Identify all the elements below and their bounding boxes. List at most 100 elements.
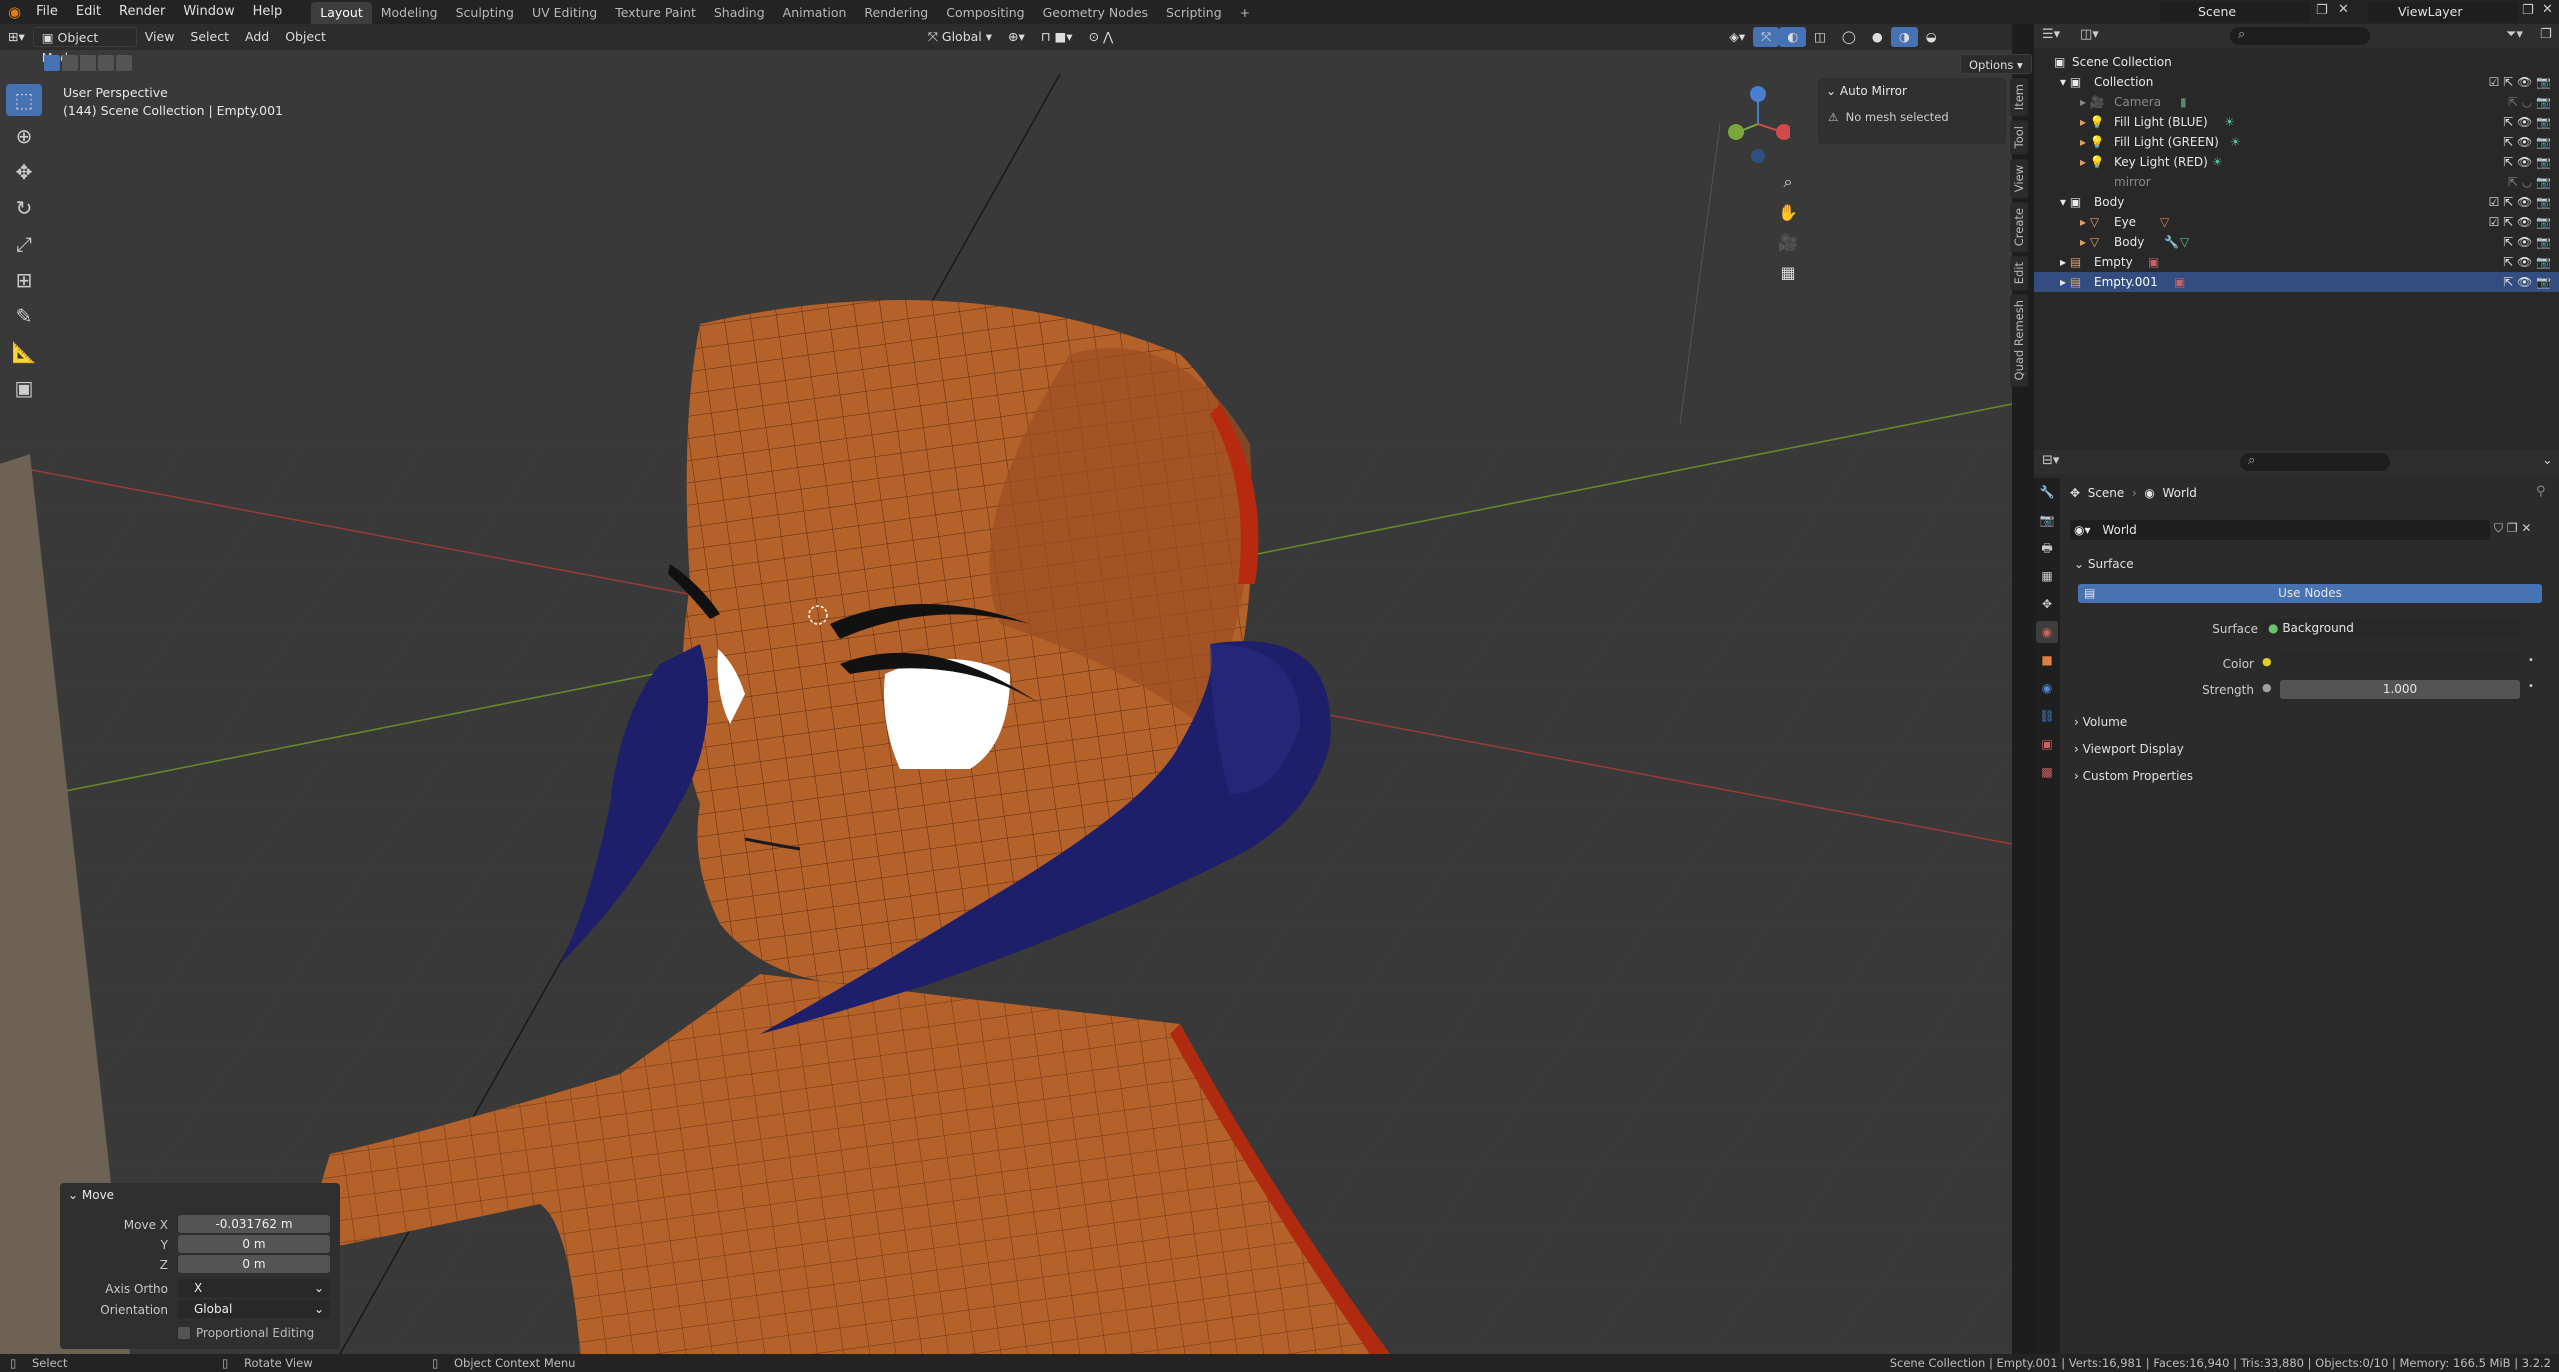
properties-search-input[interactable]: ⌕: [2240, 453, 2390, 471]
filter-icon[interactable]: ⏷▾: [2506, 27, 2523, 42]
select-invert-icon[interactable]: [98, 55, 114, 71]
outliner-row-mirror[interactable]: mirror ⇱ ◡ 📷: [2034, 172, 2559, 192]
texture-tab-icon[interactable]: ▩: [2036, 761, 2058, 783]
workspace-tab-shading[interactable]: Shading: [705, 2, 774, 24]
3d-viewport[interactable]: [0, 24, 2012, 1354]
move-x-field[interactable]: -0.031762 m: [178, 1215, 330, 1233]
gizmo-x-icon[interactable]: [1776, 124, 1790, 140]
outliner-row-fill-light-green[interactable]: ▸ 💡 Fill Light (GREEN) ☀ ⇱ 👁 📷: [2034, 132, 2559, 152]
xray-icon[interactable]: ◫: [1806, 27, 1834, 47]
workspace-tab-animation[interactable]: Animation: [774, 2, 856, 24]
workspace-tab-scripting[interactable]: Scripting: [1157, 2, 1231, 24]
viewport-menu-object[interactable]: Object: [277, 27, 334, 47]
move-tool-icon[interactable]: ✥: [6, 156, 42, 188]
select-subtract-icon[interactable]: [80, 55, 96, 71]
ortho-grid-icon[interactable]: ▦: [1774, 258, 1802, 286]
select-intersect-icon[interactable]: [116, 55, 132, 71]
workspace-tab-modeling[interactable]: Modeling: [372, 2, 447, 24]
auto-mirror-header[interactable]: ⌄ Auto Mirror: [1818, 78, 2006, 104]
scene-tab-icon[interactable]: ✥: [2036, 593, 2058, 615]
menu-file[interactable]: File: [27, 0, 67, 24]
strength-field[interactable]: 1.000: [2280, 680, 2520, 699]
outliner-row-eye[interactable]: ▸ ▽ Eye ▽ ☑ ⇱ 👁 📷: [2034, 212, 2559, 232]
add-cube-tool-icon[interactable]: ▣: [6, 372, 42, 404]
rotate-tool-icon[interactable]: ↻: [6, 192, 42, 224]
menu-render[interactable]: Render: [110, 0, 174, 24]
world-tab-icon[interactable]: ◉: [2036, 621, 2058, 643]
object-tab-icon[interactable]: ■: [2036, 649, 2058, 671]
outliner-row-fill-light-blue[interactable]: ▸ 💡 Fill Light (BLUE) ☀ ⇱ 👁 📷: [2034, 112, 2559, 132]
snap-icon[interactable]: ⊓ ■▾: [1033, 27, 1081, 47]
measure-tool-icon[interactable]: 📐: [6, 336, 42, 368]
select-new-icon[interactable]: [44, 55, 60, 71]
viewport-menu-add[interactable]: Add: [237, 27, 277, 47]
visibility-icon[interactable]: ◈▾: [1721, 27, 1753, 47]
visibility-toggles[interactable]: ⇱ 👁 📷: [2503, 272, 2551, 292]
new-view-layer-icon[interactable]: ❐: [2522, 3, 2534, 18]
orientation-dropdown[interactable]: Global ⌄: [178, 1300, 330, 1318]
shading-rendered-icon[interactable]: ◒: [1918, 27, 1945, 47]
fake-user-icon[interactable]: ⛉ ❐ ✕: [2494, 521, 2531, 536]
options-dropdown[interactable]: Options ▾: [1960, 54, 2032, 74]
workspace-tab-compositing[interactable]: Compositing: [937, 2, 1033, 24]
orientation-dropdown[interactable]: ⤧ Global ▾: [920, 27, 1000, 47]
proportional-editing-checkbox[interactable]: [178, 1327, 190, 1339]
add-workspace-button[interactable]: +: [1231, 2, 1259, 24]
mode-dropdown[interactable]: ▣ Object Mode ▾: [32, 27, 137, 65]
cursor-tool-icon[interactable]: ⊕: [6, 120, 42, 152]
render-tab-icon[interactable]: 📷: [2036, 509, 2058, 531]
new-collection-icon[interactable]: ❐: [2540, 27, 2552, 42]
keyframe-dot-icon[interactable]: •: [2528, 681, 2534, 692]
workspace-tab-rendering[interactable]: Rendering: [855, 2, 937, 24]
outliner-row-body-mesh[interactable]: ▸ ▽ Body 🔧 ▽ ⇱ 👁 📷: [2034, 232, 2559, 252]
outliner-editor-icon[interactable]: ☰▾: [2042, 27, 2060, 42]
pivot-icon[interactable]: ⊕▾: [1000, 27, 1033, 47]
visibility-toggles[interactable]: ⇱ 👁 📷: [2503, 112, 2551, 132]
constraints-tab-icon[interactable]: ⛓: [2036, 705, 2058, 727]
move-y-field[interactable]: 0 m: [178, 1235, 330, 1253]
visibility-toggles[interactable]: ⇱ ◡ 📷: [2508, 172, 2551, 192]
breadcrumb-scene[interactable]: Scene: [2088, 486, 2125, 500]
view-layer-tab-icon[interactable]: ▦: [2036, 565, 2058, 587]
visibility-toggles[interactable]: ⇱ ◡ 📷: [2508, 92, 2551, 112]
scale-tool-icon[interactable]: ⤢: [6, 228, 42, 260]
outliner-row-collection[interactable]: ▾ ▣ Collection ☑ ⇱ 👁 📷: [2034, 72, 2559, 92]
overlay-toggle-icon[interactable]: ◐: [1779, 27, 1807, 47]
outliner-row-camera[interactable]: ▸ 🎥 Camera ▮ ⇱ ◡ 📷: [2034, 92, 2559, 112]
menu-window[interactable]: Window: [174, 0, 243, 24]
delete-view-layer-icon[interactable]: ✕: [2542, 2, 2553, 17]
tab-view[interactable]: View: [2010, 158, 2028, 198]
pin-icon[interactable]: ⚲: [2536, 484, 2546, 499]
outliner-search-input[interactable]: ⌕: [2230, 27, 2370, 45]
pan-hand-icon[interactable]: ✋: [1774, 198, 1802, 226]
tab-item[interactable]: Item: [2010, 78, 2028, 117]
workspace-tab-geometry-nodes[interactable]: Geometry Nodes: [1034, 2, 1157, 24]
surface-panel-header[interactable]: ⌄ Surface: [2074, 553, 2544, 575]
viewport-menu-select[interactable]: Select: [182, 27, 237, 47]
properties-editor-icon[interactable]: ⊟▾: [2042, 453, 2059, 468]
view-layer-selector[interactable]: ViewLayer: [2368, 2, 2518, 22]
tab-tool[interactable]: Tool: [2010, 120, 2028, 155]
custom-properties-panel-header[interactable]: › Custom Properties: [2074, 765, 2544, 787]
shading-solid-icon[interactable]: ●: [1864, 27, 1891, 47]
outliner-row-empty-001[interactable]: ▸ ▤ Empty.001 ▣ ⇱ 👁 📷: [2034, 272, 2559, 292]
viewport-menu-view[interactable]: View: [137, 27, 183, 47]
scene-selector[interactable]: Scene: [2160, 2, 2310, 22]
use-nodes-button[interactable]: ▤ Use Nodes: [2078, 584, 2542, 603]
select-box-tool-icon[interactable]: ⬚: [6, 84, 42, 116]
delete-scene-icon[interactable]: ✕: [2338, 2, 2349, 17]
volume-panel-header[interactable]: › Volume: [2074, 711, 2544, 733]
editor-type-icon[interactable]: ⊞▾: [0, 27, 33, 47]
outliner-row-body-collection[interactable]: ▾ ▣ Body ☑ ⇱ 👁 📷: [2034, 192, 2559, 212]
blender-logo-icon[interactable]: ◉: [8, 3, 21, 21]
transform-tool-icon[interactable]: ⊞: [6, 264, 42, 296]
workspace-tab-texture-paint[interactable]: Texture Paint: [606, 2, 705, 24]
shading-wireframe-icon[interactable]: ◯: [1834, 27, 1864, 47]
workspace-tab-uv-editing[interactable]: UV Editing: [523, 2, 606, 24]
tab-quad-remesh[interactable]: Quad Remesh: [2010, 294, 2028, 387]
display-mode-icon[interactable]: ◫▾: [2080, 27, 2099, 42]
workspace-tab-sculpting[interactable]: Sculpting: [447, 2, 523, 24]
proportional-editing-icon[interactable]: ⊙ ⋀: [1081, 27, 1122, 47]
visibility-toggles[interactable]: ☑ ⇱ 👁 📷: [2489, 72, 2551, 92]
select-extend-icon[interactable]: [62, 55, 78, 71]
